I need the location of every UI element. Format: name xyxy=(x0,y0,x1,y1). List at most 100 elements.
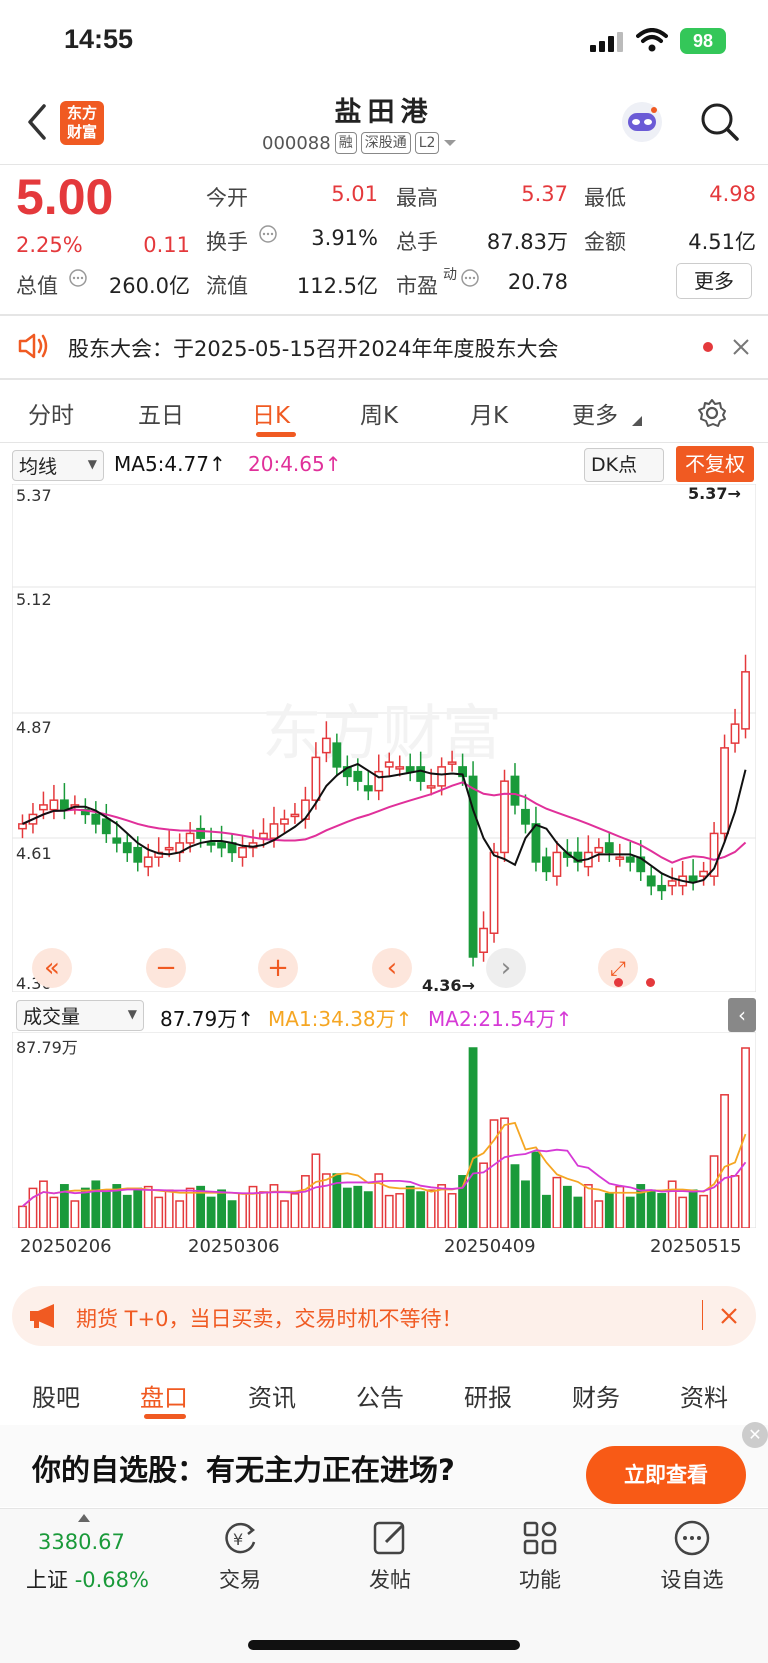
notice-text: 股东大会：于2025-05-15召开2024年年度股东大会 xyxy=(68,337,559,361)
close-icon[interactable] xyxy=(720,1307,738,1325)
volume-bar xyxy=(646,1189,656,1228)
low-label: 最低 xyxy=(584,186,626,210)
tab-profile[interactable]: 资料 xyxy=(680,1378,728,1413)
change-value: 0.11 xyxy=(143,233,190,257)
candle-body xyxy=(552,851,562,877)
more-button[interactable]: 更多 xyxy=(676,263,752,299)
candle-body xyxy=(59,799,69,811)
float-value: 112.5亿 xyxy=(296,274,378,298)
tab-daily-k[interactable]: 日K xyxy=(252,396,290,430)
candle-body xyxy=(426,785,436,789)
wifi-icon xyxy=(636,28,668,52)
stock-code: 000088 xyxy=(262,132,331,154)
promo-view-button[interactable]: 立即查看 xyxy=(586,1446,746,1504)
mktcap-label: 总值 xyxy=(16,274,58,298)
scroll-left-fast-button[interactable]: « xyxy=(32,948,72,988)
current-price: 5.00 xyxy=(16,169,114,225)
nav-add-watchlist[interactable]: 设自选 xyxy=(642,1518,742,1594)
tab-announcements[interactable]: 公告 xyxy=(356,1378,404,1413)
tab-monthly-k[interactable]: 月K xyxy=(470,396,508,430)
candle-body xyxy=(657,884,667,892)
scroll-left-button[interactable]: ‹ xyxy=(372,948,412,988)
candle-body xyxy=(332,742,342,768)
futures-ad-banner[interactable]: 期货 T+0，当日买卖，交易时机不等待！ xyxy=(12,1286,756,1346)
dk-point-button[interactable]: DK点 xyxy=(584,448,664,482)
caret-up-icon xyxy=(78,1514,90,1522)
candle-body xyxy=(101,818,111,835)
tab-weekly-k[interactable]: 周K xyxy=(360,396,398,430)
volume-bar xyxy=(217,1189,226,1228)
stock-code-row[interactable]: 000088 融 深股通 L2 xyxy=(262,132,457,154)
candle-body xyxy=(667,880,677,887)
zoom-in-button[interactable]: + xyxy=(258,948,298,988)
gear-icon[interactable] xyxy=(696,397,728,429)
tab-five-day[interactable]: 五日 xyxy=(138,396,184,430)
signal-icon xyxy=(590,32,623,52)
nav-features[interactable]: 功能 xyxy=(490,1518,590,1594)
tab-intraday[interactable]: 分时 xyxy=(28,396,74,430)
tab-news[interactable]: 资讯 xyxy=(248,1378,296,1413)
candle-body xyxy=(206,842,216,846)
tab-finance[interactable]: 财务 xyxy=(572,1378,620,1413)
candle-body xyxy=(500,780,509,854)
candle-body xyxy=(238,846,247,858)
adjust-mode-button[interactable]: 不复权 xyxy=(676,446,754,482)
close-icon[interactable]: ✕ xyxy=(742,1422,768,1448)
open-label: 今开 xyxy=(206,186,248,210)
index-change-row[interactable]: 上证 -0.68% xyxy=(26,1564,149,1594)
tab-orderbook[interactable]: 盘口 xyxy=(140,1378,188,1413)
volume-bar xyxy=(426,1189,436,1228)
scroll-right-button[interactable]: › xyxy=(486,948,526,988)
tag-connect: 深股通 xyxy=(360,132,411,154)
high-label: 最高 xyxy=(396,186,438,210)
volume-indicator-select[interactable]: 成交量 ▼ xyxy=(16,1000,144,1031)
candle-body xyxy=(143,856,153,868)
volume-bar xyxy=(552,1176,562,1228)
close-icon[interactable] xyxy=(732,338,750,356)
tab-forum[interactable]: 股吧 xyxy=(32,1378,80,1413)
tab-more[interactable]: 更多 xyxy=(572,396,618,430)
date-label: 20250409 xyxy=(444,1236,536,1257)
info-icon[interactable] xyxy=(258,224,278,244)
volume-bar xyxy=(154,1196,164,1228)
robot-assistant-icon[interactable] xyxy=(620,100,664,144)
volume-bar xyxy=(280,1200,289,1228)
info-icon[interactable] xyxy=(68,268,88,288)
volume-value: 87.83万 xyxy=(486,230,568,254)
volume-bar xyxy=(730,1175,740,1228)
date-label: 20250515 xyxy=(650,1236,742,1257)
dk-point-label: DK点 xyxy=(591,454,638,476)
volume-select-value: 成交量 xyxy=(23,1006,81,1028)
dropdown-corner-icon xyxy=(632,416,642,426)
volume-value: 87.79万↑ xyxy=(160,1007,255,1031)
indicator-select[interactable]: 均线 ▼ xyxy=(12,450,104,481)
volume-bar xyxy=(405,1185,415,1228)
collapse-panel-button[interactable]: ‹ xyxy=(728,998,756,1032)
volume-bar xyxy=(688,1189,698,1228)
index-value: 3380.67 xyxy=(38,1530,125,1554)
candle-body xyxy=(280,818,289,825)
volume-bar xyxy=(18,1205,27,1228)
candle-body xyxy=(416,766,426,782)
volume-bar xyxy=(437,1184,447,1228)
trade-icon: ¥ xyxy=(225,1522,256,1554)
info-icon[interactable] xyxy=(460,268,480,288)
tab-research[interactable]: 研报 xyxy=(464,1378,512,1413)
tag-margin: 融 xyxy=(334,132,357,154)
candle-body xyxy=(395,766,405,770)
volume-bar xyxy=(185,1187,195,1228)
notice-bar[interactable]: 股东大会：于2025-05-15召开2024年年度股东大会 xyxy=(0,316,768,378)
date-label: 20250306 xyxy=(188,1236,280,1257)
candle-body xyxy=(39,804,48,811)
nav-post[interactable]: 发帖 xyxy=(340,1518,440,1594)
divider xyxy=(0,442,768,443)
nav-trade[interactable]: ¥ 交易 xyxy=(190,1518,290,1594)
zoom-out-button[interactable]: − xyxy=(146,948,186,988)
kline-chart[interactable]: 东方财富 xyxy=(12,484,756,992)
promo-text: 你的自选股：有无主力正在进场? xyxy=(32,1453,455,1487)
volume-bar xyxy=(468,1047,478,1228)
candle-body xyxy=(730,723,740,744)
search-icon[interactable] xyxy=(698,100,742,144)
index-ticker[interactable]: 3380.67 xyxy=(38,1530,125,1554)
candle-body xyxy=(300,799,310,820)
